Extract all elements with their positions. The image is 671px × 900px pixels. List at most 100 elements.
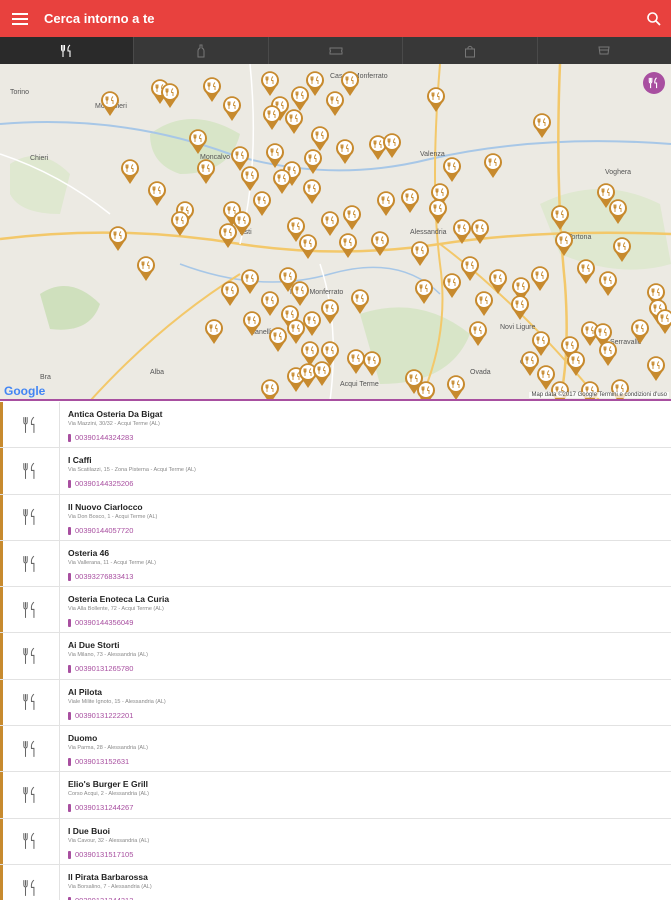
restaurant-name: Ai Due Storti <box>68 640 120 651</box>
fork-knife-icon <box>22 601 34 618</box>
list-item[interactable]: Ai Due Storti Via Milano, 73 - Alessandri… <box>0 633 671 680</box>
restaurant-name: Il Nuovo Ciarlocco <box>68 501 143 512</box>
shopping-bag-icon <box>464 45 475 57</box>
map-place-label: Bra <box>40 374 51 381</box>
row-accent <box>0 772 3 818</box>
restaurant-phone: 00390144324283 <box>75 433 134 442</box>
restaurant-icon-cell <box>0 818 60 864</box>
restaurant-name: Elio's Burger E Grill <box>68 779 148 790</box>
row-accent <box>0 540 3 587</box>
restaurant-phone: 0039013152631 <box>75 757 130 767</box>
restaurant-name: Osteria 46 <box>68 547 110 558</box>
map-place-label: Voghera <box>605 169 631 176</box>
restaurant-icon-cell <box>0 726 60 772</box>
phone-icon <box>68 804 71 813</box>
list-item[interactable]: Duomo Via Parma, 28 - Alessandria (AL) 003… <box>0 726 671 773</box>
fork-knife-icon <box>22 416 34 433</box>
phone-link[interactable]: 00390131265780 <box>68 663 148 675</box>
hamburger-icon <box>12 12 28 25</box>
phone-link[interactable]: 00390131344313 <box>68 895 152 900</box>
list-item[interactable]: Al Pilota Viale Milite Ignoto, 15 - Aless… <box>0 679 671 727</box>
map-place-label: Chieri <box>30 155 49 162</box>
phone-link[interactable]: 00390131244267 <box>68 802 149 814</box>
restaurant-address: Via Mazzini, 30/32 - Acqui Terme (AL) <box>68 421 160 427</box>
restaurant-address: Via Parma, 28 - Alessandria (AL) <box>68 745 148 752</box>
fork-knife-icon <box>22 833 34 850</box>
map-view[interactable]: Torino Moncalieri Chieri Asti Alba Aless… <box>0 64 671 401</box>
restaurant-icon-cell <box>0 864 60 900</box>
row-accent <box>0 818 3 864</box>
restaurant-address: Via Borsalino, 7 - Alessandria (AL) <box>68 883 152 890</box>
search-button[interactable] <box>645 10 663 28</box>
phone-link[interactable]: 00390144356049 <box>68 617 169 629</box>
phone-icon <box>68 480 71 489</box>
map-place-label: Alba <box>150 369 164 376</box>
map-attribution[interactable]: Map data ©2017 Google Termini e condizio… <box>529 392 669 398</box>
list-item[interactable]: Elio's Burger E Grill Corso Acqui, 2 - Al… <box>0 772 671 819</box>
row-accent <box>0 726 3 772</box>
phone-link[interactable]: 00390131222201 <box>68 710 166 722</box>
list-item[interactable]: Antica Osteria Da Bigat Via Mazzini, 30/3… <box>0 402 671 449</box>
fork-knife-icon <box>60 44 71 57</box>
restaurant-address: Via Milano, 73 - Alessandria (AL) <box>68 652 148 659</box>
restaurant-phone: 00393276833413 <box>75 571 134 581</box>
fork-knife-icon <box>648 77 658 89</box>
list-item[interactable]: Osteria Enoteca La Curia Via Alla Bollent… <box>0 587 671 634</box>
map-place-label: Ovada <box>470 369 491 376</box>
map-canvas[interactable]: Torino Moncalieri Chieri Asti Alba Aless… <box>0 64 671 401</box>
list-item[interactable]: Il Pirata Barbarossa Via Borsalino, 7 - A… <box>0 864 671 900</box>
phone-link[interactable]: 00390144057720 <box>68 525 157 537</box>
tab-events[interactable] <box>269 37 404 64</box>
map-place-label: Novi Ligure <box>500 324 536 331</box>
app-bar: Cerca intorno a te <box>0 0 671 37</box>
phone-icon <box>68 711 71 720</box>
list-item[interactable]: Il Nuovo Ciarlocco Via Don Bosco, 1 - Acq… <box>0 494 671 541</box>
tab-wine[interactable] <box>134 37 269 64</box>
list-item[interactable]: Osteria 46 Via Vallerana, 11 - Acqui Term… <box>0 540 671 588</box>
page-title: Cerca intorno a te <box>44 11 155 26</box>
restaurant-phone: 00390144057720 <box>75 525 134 535</box>
restaurant-name: Il Pirata Barbarossa <box>68 871 148 882</box>
restaurant-icon-cell <box>0 633 60 679</box>
category-tabs <box>0 37 671 64</box>
row-accent <box>0 679 3 726</box>
phone-link[interactable]: 00390131517105 <box>68 849 149 861</box>
restaurant-list[interactable]: Antica Osteria Da Bigat Via Mazzini, 30/3… <box>0 402 671 900</box>
phone-link[interactable]: 0039013152631 <box>68 756 148 768</box>
restaurant-address: Via Cavour, 32 - Alessandria (AL) <box>68 837 150 844</box>
list-item[interactable]: I Due Buoi Via Cavour, 32 - Alessandria (… <box>0 818 671 865</box>
phone-link[interactable]: 00390144324283 <box>68 432 162 444</box>
restaurant-icon-cell <box>0 448 60 494</box>
phone-icon <box>68 619 71 628</box>
fork-knife-icon <box>22 508 34 526</box>
row-accent <box>0 864 3 900</box>
hamburger-menu-button[interactable] <box>0 0 40 37</box>
bottle-icon <box>197 44 205 57</box>
phone-icon <box>68 850 71 859</box>
row-accent <box>0 633 3 679</box>
fork-knife-icon <box>22 462 34 479</box>
category-fab-button[interactable] <box>643 72 665 94</box>
tab-shopping[interactable] <box>403 37 538 64</box>
restaurant-icon-cell <box>0 679 60 726</box>
restaurant-name: Al Pilota <box>68 686 103 697</box>
tab-grocery[interactable] <box>538 37 671 64</box>
fork-knife-icon <box>22 879 34 896</box>
ticket-icon <box>329 47 343 54</box>
row-accent <box>0 494 3 540</box>
restaurant-icon-cell <box>0 494 60 540</box>
restaurant-phone: 00390131517105 <box>75 849 134 859</box>
phone-icon <box>68 434 71 442</box>
phone-link[interactable]: 00393276833413 <box>68 571 156 583</box>
restaurant-phone: 00390144325206 <box>75 479 134 489</box>
restaurant-name: Duomo <box>68 733 98 744</box>
restaurant-icon-cell <box>0 402 60 448</box>
restaurant-name: I Caffi <box>68 455 92 466</box>
grocery-icon <box>598 46 610 54</box>
phone-link[interactable]: 00390144325206 <box>68 478 196 490</box>
restaurant-icon-cell <box>0 587 60 633</box>
google-logo: Google <box>4 384 46 398</box>
restaurant-phone: 00390131344313 <box>75 895 133 900</box>
tab-restaurants[interactable] <box>0 37 135 64</box>
list-item[interactable]: I Caffi Via Scatilazzi, 15 - Zona Pistern… <box>0 448 671 495</box>
